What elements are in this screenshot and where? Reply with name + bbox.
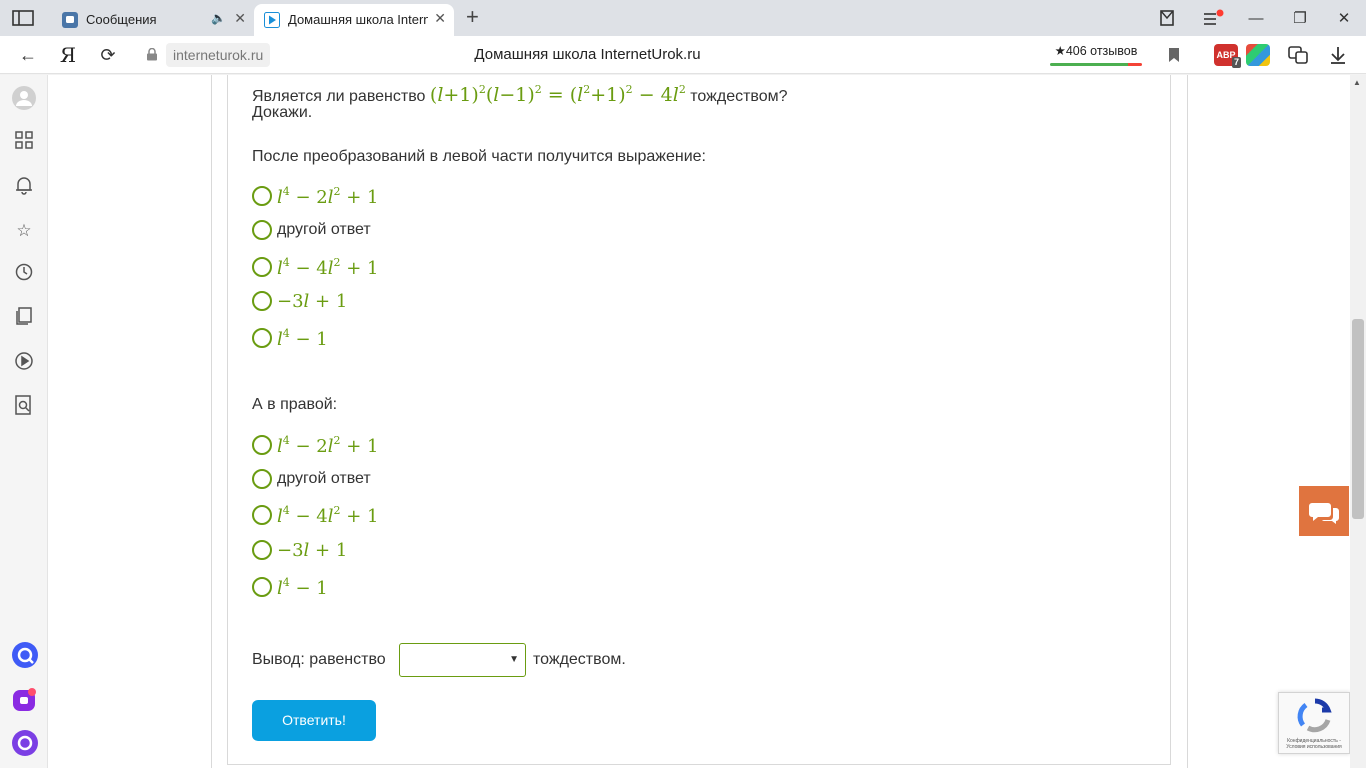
rating-bar (1050, 63, 1142, 66)
close-icon[interactable]: ✕ (234, 10, 246, 27)
tab-strip: Сообщения 🔈 ✕ Домашняя школа Intern ✕ + … (0, 0, 1366, 36)
tab-title: Сообщения (86, 12, 157, 27)
identity-formula: (l+1)2(l−1)2 = (l2+1)2 − 4l2 (429, 83, 686, 106)
tab-messages[interactable]: Сообщения 🔈 ✕ (52, 4, 254, 36)
radio-button[interactable] (252, 220, 272, 240)
minimize-icon[interactable]: — (1234, 0, 1278, 36)
address-bar[interactable]: interneturok.ru Домашняя школа InternetU… (140, 42, 1035, 68)
option-formula: l4 − 4l2 + 1 (277, 255, 379, 279)
question-text-before: Является ли равенство (252, 88, 426, 105)
messenger-icon[interactable] (12, 687, 36, 711)
download-icon[interactable] (1324, 42, 1352, 68)
scrollbar-thumb[interactable] (1352, 319, 1364, 519)
radio-button[interactable] (252, 505, 272, 525)
radio-button[interactable] (252, 291, 272, 311)
navigation-bar: ← Я ⟳ interneturok.ru Домашняя школа Int… (0, 36, 1366, 74)
conclusion-text-before: Вывод: равенство (252, 651, 386, 668)
close-icon[interactable]: ✕ (434, 10, 446, 27)
reviews-label: ★406 отзывов (1054, 44, 1138, 58)
speaker-muted-icon[interactable]: 🔈 (211, 11, 226, 25)
adblock-extension-icon[interactable]: ABP 7 (1214, 44, 1241, 68)
recaptcha-badge[interactable]: Конфиденциальность - Условия использован… (1278, 692, 1350, 754)
video-play-icon[interactable] (12, 351, 36, 375)
recaptcha-logo-icon (1297, 698, 1332, 733)
option-formula: l4 − 2l2 + 1 (277, 433, 379, 457)
notes-icon[interactable] (12, 307, 36, 331)
profile-avatar-icon[interactable] (12, 86, 36, 110)
radio-button[interactable] (252, 257, 272, 277)
scroll-up-icon[interactable]: ▲ (1353, 78, 1361, 87)
right-option-1[interactable]: l4 − 2l2 + 1 (252, 433, 379, 457)
option-formula: l4 − 1 (277, 575, 328, 599)
collections-icon[interactable] (1145, 0, 1189, 36)
chat-button[interactable] (1299, 486, 1349, 536)
window-close-icon[interactable]: ✕ (1322, 0, 1366, 36)
color-extension-icon[interactable] (1246, 44, 1270, 66)
back-arrow-icon[interactable]: ← (14, 42, 42, 68)
adblock-count-badge: 7 (1231, 57, 1241, 68)
radio-button[interactable] (252, 469, 272, 489)
conclusion-select[interactable]: ▼ (399, 643, 526, 677)
notifications-bell-icon[interactable] (12, 175, 36, 199)
submit-answer-button[interactable]: Ответить! (252, 700, 376, 741)
option-label: другой ответ (277, 470, 371, 487)
radio-button[interactable] (252, 328, 272, 348)
alice-search-icon[interactable] (12, 642, 38, 668)
menu-icon[interactable] (1191, 0, 1235, 36)
new-tab-button[interactable]: + (466, 6, 479, 28)
option-formula: −3l + 1 (277, 539, 348, 561)
yandex-logo-icon[interactable]: Я (54, 42, 82, 68)
left-side-prompt: После преобразований в левой части получ… (252, 148, 706, 165)
left-option-4[interactable]: −3l + 1 (252, 289, 347, 313)
left-option-5[interactable]: l4 − 1 (252, 326, 328, 350)
option-formula: −3l + 1 (277, 290, 348, 312)
chat-bubbles-icon (1309, 503, 1339, 524)
recaptcha-footer[interactable]: Конфиденциальность - Условия использован… (1281, 738, 1347, 750)
right-side-prompt: А в правой: (252, 396, 338, 413)
radio-button[interactable] (252, 540, 272, 560)
bookmarks-star-icon[interactable]: ☆ (12, 219, 36, 243)
option-formula: l4 − 4l2 + 1 (277, 503, 379, 527)
browser-side-panel: ☆ (0, 75, 48, 768)
translate-icon[interactable] (1284, 42, 1312, 68)
services-grid-icon[interactable] (12, 131, 36, 155)
prove-text: Докажи. (252, 104, 313, 121)
left-option-1[interactable]: l4 − 2l2 + 1 (252, 184, 379, 208)
question-line: Является ли равенство (l+1)2(l−1)2 = (l2… (252, 78, 788, 106)
restore-icon[interactable]: ❐ (1278, 0, 1322, 36)
sidebar-toggle-icon[interactable] (12, 9, 34, 27)
right-option-5[interactable]: l4 − 1 (252, 575, 328, 599)
left-option-3[interactable]: l4 − 4l2 + 1 (252, 255, 379, 279)
radio-button[interactable] (252, 577, 272, 597)
radio-button[interactable] (252, 435, 272, 455)
page-search-icon[interactable] (12, 395, 36, 419)
page-title: Домашняя школа InternetUrok.ru (474, 46, 701, 63)
option-formula: l4 − 2l2 + 1 (277, 184, 379, 208)
left-option-2[interactable]: другой ответ (252, 218, 371, 242)
bookmark-icon[interactable] (1160, 42, 1188, 68)
dropdown-caret-icon: ▼ (509, 654, 519, 665)
tab-interneturok[interactable]: Домашняя школа Intern ✕ (254, 4, 454, 36)
radio-button[interactable] (252, 186, 272, 206)
tab-title: Домашняя школа Intern (288, 12, 428, 27)
history-clock-icon[interactable] (12, 263, 36, 287)
question-text-after: тождеством? (690, 88, 788, 105)
vk-messages-icon (62, 12, 78, 28)
option-label: другой ответ (277, 221, 371, 238)
interneturok-play-icon (264, 12, 280, 28)
option-formula: l4 − 1 (277, 326, 328, 350)
reload-icon[interactable]: ⟳ (94, 42, 122, 68)
right-option-2[interactable]: другой ответ (252, 467, 371, 491)
conclusion-text-after: тождеством. (533, 651, 626, 668)
alice-assistant-icon[interactable] (12, 730, 38, 756)
reviews-badge[interactable]: ★406 отзывов (1048, 42, 1144, 68)
right-option-4[interactable]: −3l + 1 (252, 538, 347, 562)
right-option-3[interactable]: l4 − 4l2 + 1 (252, 503, 379, 527)
